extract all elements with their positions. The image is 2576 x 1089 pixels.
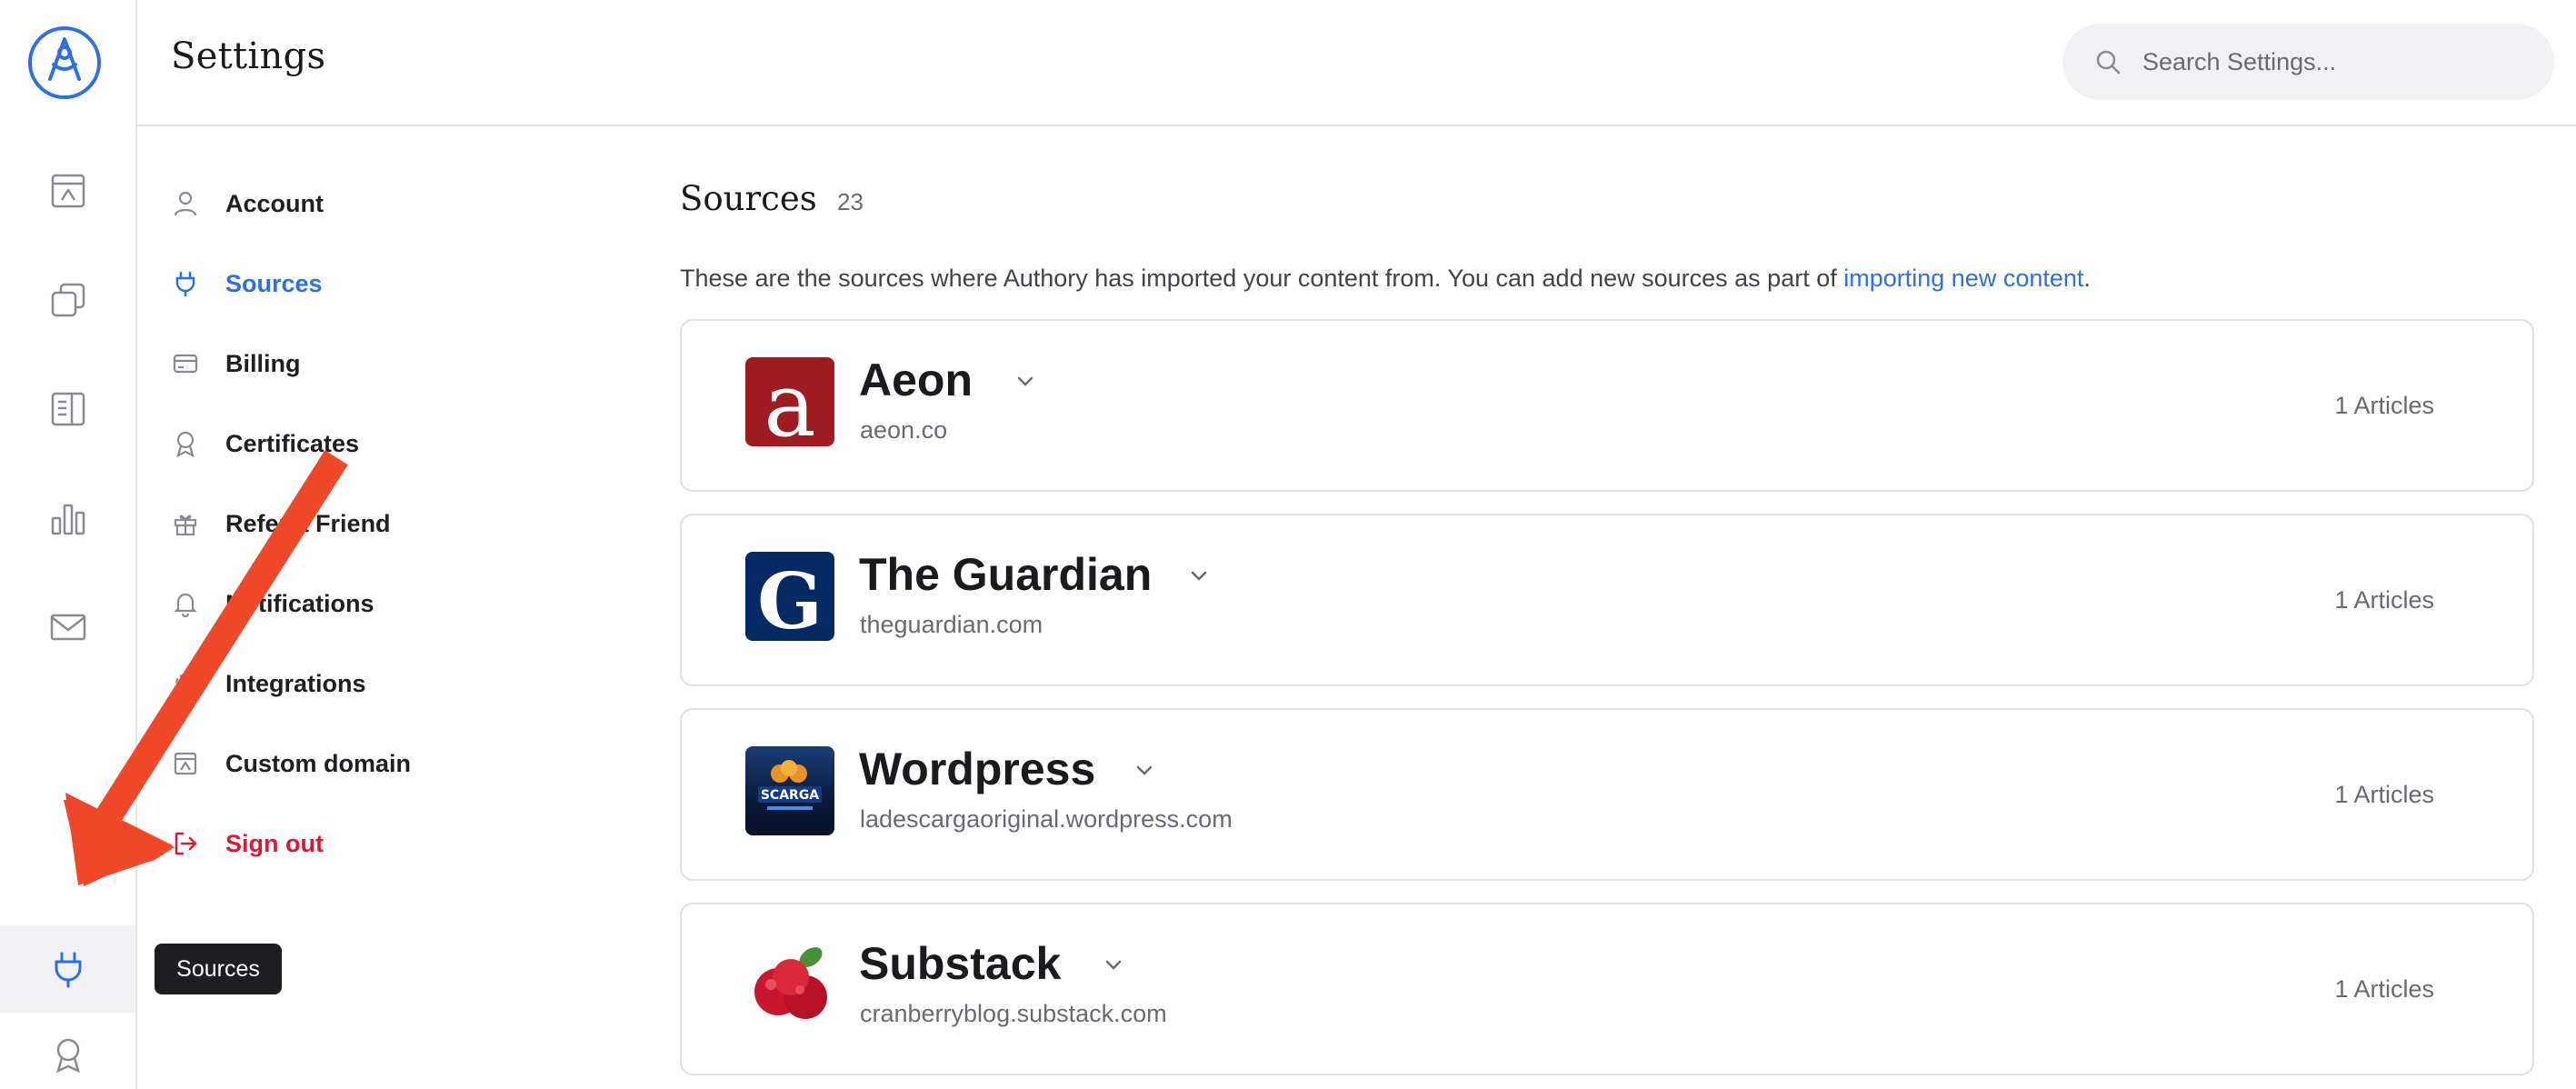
article-count: 1 Articles xyxy=(2334,781,2434,808)
source-name: The Guardian xyxy=(859,549,1153,600)
gift-icon xyxy=(169,507,202,540)
source-name: Aeon xyxy=(859,355,973,405)
nav-item-label: Sign out xyxy=(225,829,324,857)
nav-item-label: Billing xyxy=(225,349,301,377)
source-url: theguardian.com xyxy=(860,611,1043,638)
source-name: Substack xyxy=(859,938,1062,989)
importing-new-content-link[interactable]: importing new content xyxy=(1843,265,2083,292)
award-icon xyxy=(169,427,202,460)
rail-portfolio-button[interactable] xyxy=(0,147,135,235)
description-text: These are the sources where Authory has … xyxy=(680,265,1844,292)
nav-item-certificates[interactable]: Certificates xyxy=(169,404,533,484)
source-url: cranberryblog.substack.com xyxy=(860,1000,1167,1027)
nav-item-label: Custom domain xyxy=(225,749,412,777)
collections-icon xyxy=(51,283,85,317)
portfolio-icon xyxy=(51,174,85,208)
page-header: Settings xyxy=(137,0,2576,126)
svg-text:a: a xyxy=(764,357,815,446)
nav-item-account[interactable]: Account xyxy=(169,164,533,244)
bell-icon xyxy=(169,587,202,620)
gear-icon xyxy=(169,667,202,700)
icon-rail xyxy=(0,0,137,1089)
wordpress-site-logo: SCARGA xyxy=(745,746,834,835)
source-name: Wordpress xyxy=(859,744,1096,794)
user-icon xyxy=(169,187,202,220)
section-title: Sources xyxy=(680,179,817,218)
rail-sources-button[interactable] xyxy=(0,925,135,1013)
chevron-down-icon[interactable] xyxy=(1131,757,1158,784)
rail-newsletter-button[interactable] xyxy=(0,584,135,671)
aeon-logo: a xyxy=(745,357,834,446)
search-input[interactable] xyxy=(2142,47,2524,76)
rail-analytics-button[interactable] xyxy=(0,475,135,562)
portfolio-icon xyxy=(169,747,202,780)
sources-count: 23 xyxy=(837,188,864,215)
nav-item-integrations[interactable]: Integrations xyxy=(169,644,533,724)
rail-certificates-button[interactable] xyxy=(0,1011,135,1089)
page-title: Settings xyxy=(171,35,326,77)
nav-item-label: Notifications xyxy=(225,589,374,617)
source-card-substack[interactable]: Substack cranberryblog.substack.com 1 Ar… xyxy=(680,903,2534,1075)
guardian-logo: G xyxy=(745,552,834,641)
article-count: 1 Articles xyxy=(2334,586,2434,614)
source-card-aeon[interactable]: a Aeon aeon.co 1 Articles xyxy=(680,319,2534,492)
mail-icon xyxy=(50,614,85,641)
analytics-icon xyxy=(51,504,85,535)
article-count: 1 Articles xyxy=(2334,392,2434,419)
nav-item-notifications[interactable]: Notifications xyxy=(169,564,533,644)
source-card-wordpress[interactable]: SCARGA Wordpress ladescargaoriginal.word… xyxy=(680,708,2534,881)
sign-out-icon xyxy=(169,827,202,860)
nav-item-custom-domain[interactable]: Custom domain xyxy=(169,724,533,804)
svg-text:SCARGA: SCARGA xyxy=(761,788,819,803)
articles-icon xyxy=(51,392,85,426)
rail-articles-button[interactable] xyxy=(0,365,135,453)
nav-item-billing[interactable]: Billing xyxy=(169,324,533,404)
search-icon xyxy=(2096,50,2121,75)
substack-site-logo xyxy=(745,941,834,1030)
award-icon xyxy=(55,1038,80,1074)
plug-icon xyxy=(55,952,81,988)
svg-text:G: G xyxy=(757,556,823,641)
authory-logo[interactable] xyxy=(26,25,103,101)
search-box[interactable] xyxy=(2062,24,2554,100)
source-url: ladescargaoriginal.wordpress.com xyxy=(860,805,1233,833)
plug-icon xyxy=(169,267,202,300)
chevron-down-icon[interactable] xyxy=(1012,368,1039,395)
sources-description: These are the sources where Authory has … xyxy=(680,265,2091,293)
chevron-down-icon[interactable] xyxy=(1100,952,1127,979)
sources-tooltip: Sources xyxy=(155,944,282,994)
nav-item-sources[interactable]: Sources xyxy=(169,244,533,324)
description-period: . xyxy=(2083,265,2091,292)
nav-item-sign-out[interactable]: Sign out xyxy=(169,804,533,884)
nav-item-label: Refer a Friend xyxy=(225,509,391,537)
nav-item-label: Certificates xyxy=(225,429,360,457)
settings-nav: Account Sources Billing Certificates Ref… xyxy=(169,164,533,884)
source-card-the-guardian[interactable]: G The Guardian theguardian.com 1 Article… xyxy=(680,514,2534,686)
nav-item-refer-a-friend[interactable]: Refer a Friend xyxy=(169,484,533,564)
rail-collections-button[interactable] xyxy=(0,256,135,344)
nav-item-label: Sources xyxy=(225,269,323,297)
nav-item-label: Integrations xyxy=(225,669,366,697)
source-url: aeon.co xyxy=(860,416,948,444)
nav-item-label: Account xyxy=(225,189,324,217)
credit-card-icon xyxy=(169,347,202,380)
article-count: 1 Articles xyxy=(2334,975,2434,1003)
chevron-down-icon[interactable] xyxy=(1185,563,1213,590)
